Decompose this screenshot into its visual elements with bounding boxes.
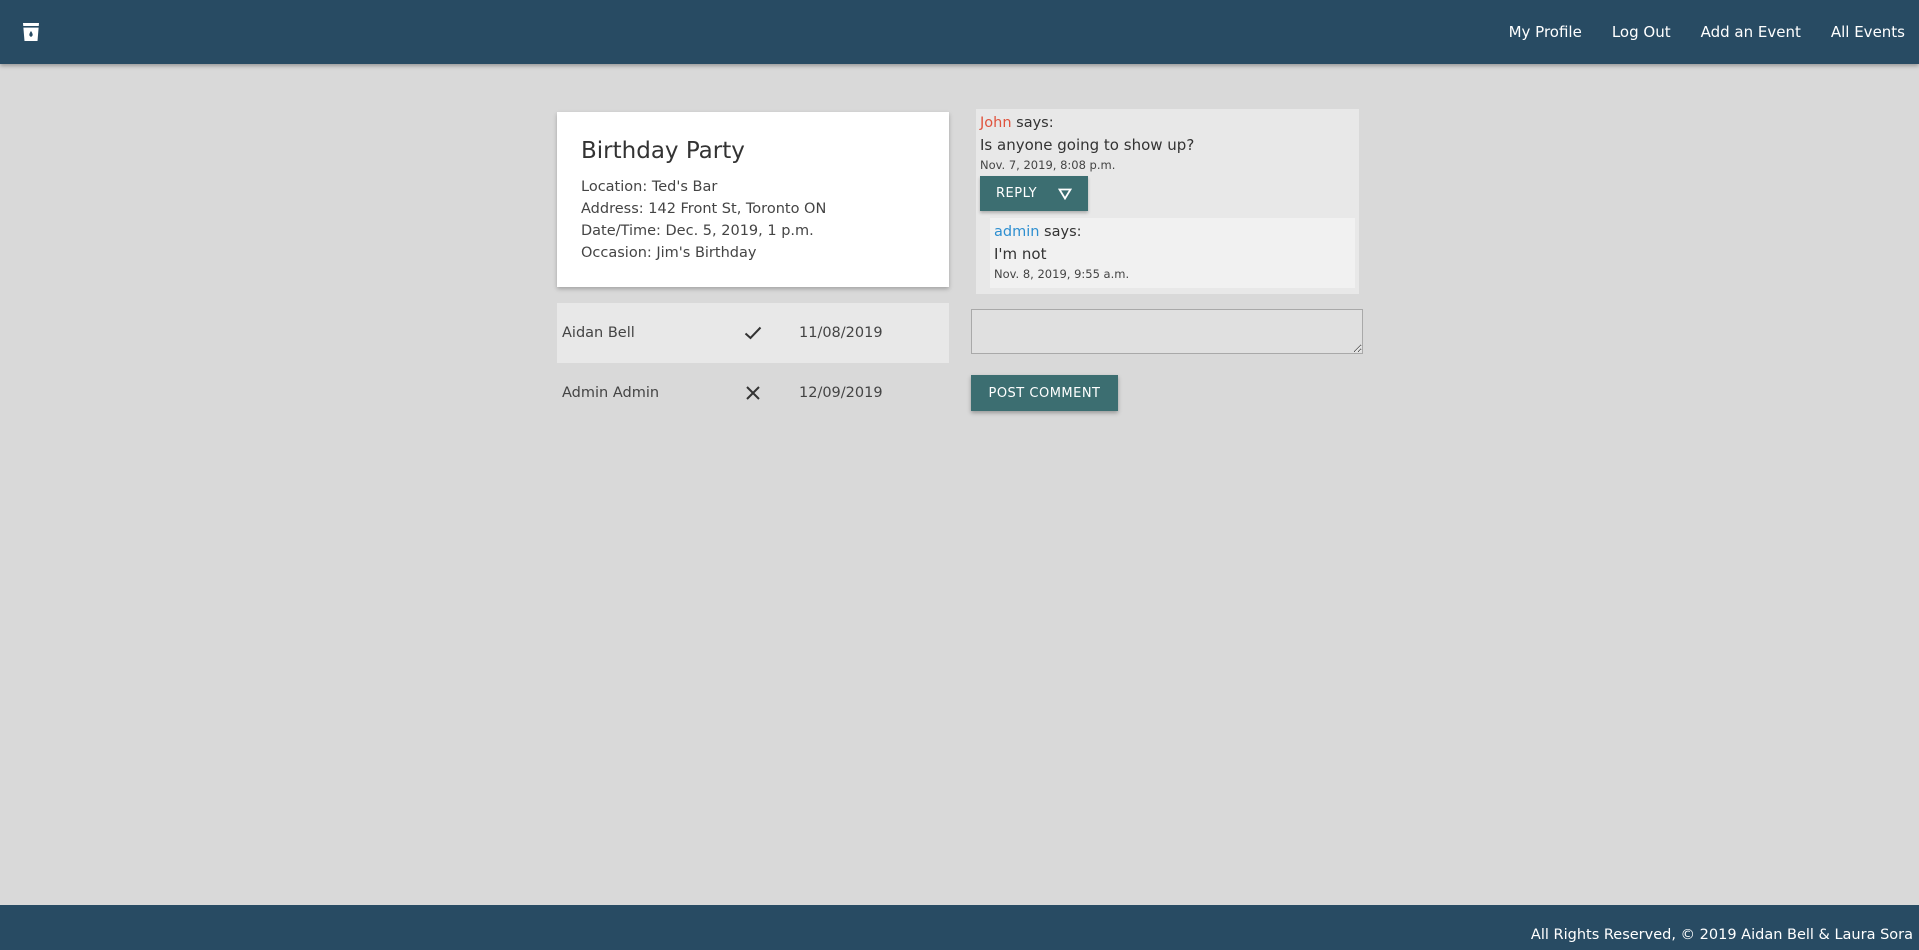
- comment-thread: John says: Is anyone going to show up? N…: [976, 109, 1359, 294]
- table-row: Admin Admin 12/09/2019: [557, 363, 949, 423]
- rsvp-date: 11/08/2019: [799, 325, 883, 341]
- rsvp-table: Aidan Bell 11/08/2019 Admin Admin 12/09/…: [557, 303, 949, 423]
- nav-links: My Profile Log Out Add an Event All Even…: [1494, 0, 1919, 64]
- triangle-down-icon: [1058, 188, 1072, 200]
- comment-author-line: John says:: [980, 113, 1355, 133]
- nav-all-events-link[interactable]: All Events: [1816, 23, 1919, 41]
- nav-log-out-link[interactable]: Log Out: [1597, 23, 1686, 41]
- reply-comment: admin says: I'm not Nov. 8, 2019, 9:55 a…: [990, 218, 1355, 288]
- reply-label: REPLY: [996, 186, 1038, 201]
- comment-author[interactable]: John: [980, 115, 1012, 131]
- table-row: Aidan Bell 11/08/2019: [557, 303, 949, 363]
- event-occasion: Occasion: Jim's Birthday: [581, 245, 757, 261]
- rsvp-name: Aidan Bell: [562, 325, 635, 341]
- comment-author[interactable]: admin: [994, 224, 1039, 240]
- navbar: My Profile Log Out Add an Event All Even…: [0, 0, 1919, 64]
- nav-add-event-link[interactable]: Add an Event: [1686, 23, 1816, 41]
- comment-text: Is anyone going to show up?: [980, 136, 1195, 154]
- says-label: says:: [1011, 115, 1054, 131]
- nav-my-profile-link[interactable]: My Profile: [1494, 23, 1597, 41]
- cup-icon[interactable]: [22, 22, 40, 42]
- post-comment-button[interactable]: POST COMMENT: [971, 375, 1118, 411]
- event-card: Birthday Party Location: Ted's Bar Addre…: [557, 112, 949, 287]
- comment-text: I'm not: [994, 245, 1047, 263]
- footer: All Rights Reserved, © 2019 Aidan Bell &…: [0, 905, 1919, 950]
- comment-author-line: admin says:: [994, 222, 1351, 242]
- event-datetime: Date/Time: Dec. 5, 2019, 1 p.m.: [581, 223, 814, 239]
- rsvp-name: Admin Admin: [562, 385, 660, 401]
- event-address: Address: 142 Front St, Toronto ON: [581, 201, 827, 217]
- comment-input[interactable]: [971, 309, 1363, 354]
- event-location: Location: Ted's Bar: [581, 179, 718, 195]
- check-icon: [742, 322, 764, 344]
- footer-copyright: All Rights Reserved, © 2019 Aidan Bell &…: [1530, 927, 1913, 943]
- rsvp-date: 12/09/2019: [799, 385, 883, 401]
- close-icon: [742, 382, 764, 404]
- comment-date: Nov. 7, 2019, 8:08 p.m.: [980, 158, 1116, 172]
- says-label: says:: [1039, 224, 1082, 240]
- reply-button[interactable]: REPLY: [980, 176, 1088, 211]
- event-title: Birthday Party: [581, 138, 745, 164]
- comment-date: Nov. 8, 2019, 9:55 a.m.: [994, 267, 1130, 281]
